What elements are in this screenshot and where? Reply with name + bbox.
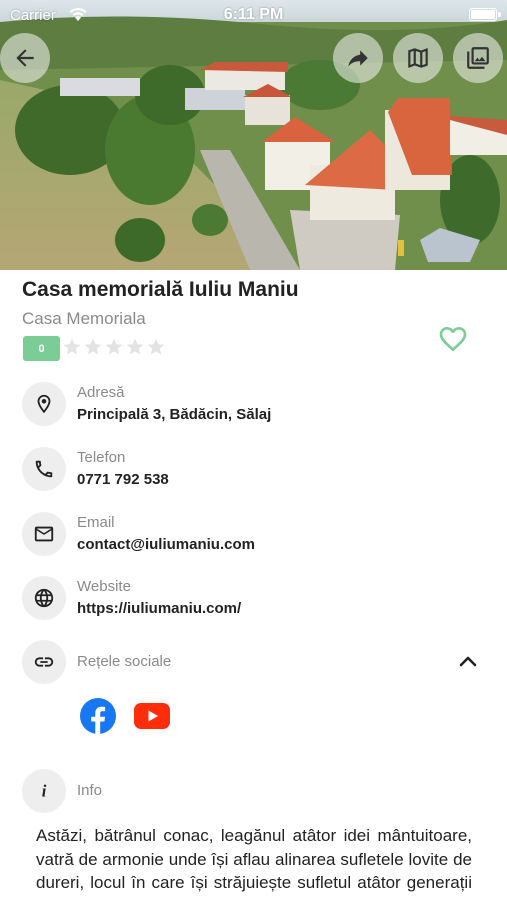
share-button[interactable]	[333, 33, 383, 83]
chevron-up-icon[interactable]	[457, 653, 479, 669]
phone-icon	[35, 460, 53, 478]
link-icon	[34, 657, 54, 667]
arrow-left-icon	[16, 49, 34, 67]
map-icon	[408, 48, 428, 68]
star-empty-icon	[105, 338, 123, 355]
email-value[interactable]: contact@iuliumaniu.com	[77, 536, 255, 553]
share-icon	[348, 50, 368, 67]
website-value[interactable]: https://iuliumaniu.com/	[77, 600, 241, 617]
status-bar: Carrier 6:11 PM	[0, 0, 507, 30]
youtube-icon[interactable]	[133, 697, 171, 735]
address-icon-circle	[22, 382, 66, 426]
facebook-icon[interactable]	[79, 697, 117, 735]
address-value[interactable]: Principală 3, Bădăcin, Sălaj	[77, 406, 271, 423]
star-empty-icon	[63, 338, 81, 355]
location-pin-icon	[37, 394, 51, 414]
status-time: 6:11 PM	[223, 6, 284, 23]
star-empty-icon	[84, 338, 102, 355]
favorite-heart-icon[interactable]	[437, 323, 469, 355]
phone-value[interactable]: 0771 792 538	[77, 471, 169, 488]
mail-icon	[34, 526, 54, 542]
gallery-button[interactable]	[453, 33, 503, 83]
rating-count-badge: 0	[23, 336, 60, 361]
phone-label: Telefon	[77, 449, 126, 466]
gallery-icon	[467, 47, 489, 69]
website-icon-circle	[22, 576, 66, 620]
globe-icon	[34, 588, 54, 608]
email-icon-circle	[22, 512, 66, 556]
hero-photo: Carrier 6:11 PM	[0, 0, 507, 270]
address-label: Adresă	[77, 384, 125, 401]
place-category: Casa Memoriala	[22, 309, 146, 328]
battery-icon	[469, 8, 501, 21]
info-icon-circle: i	[22, 769, 66, 813]
star-rating[interactable]	[62, 337, 167, 357]
info-description: Astăzi, bătrânul conac, leagănul atâtor …	[36, 826, 472, 900]
back-button[interactable]	[0, 33, 50, 83]
star-empty-icon	[126, 338, 144, 355]
svg-text:i: i	[42, 782, 47, 801]
place-title: Casa memorială Iuliu Maniu	[22, 278, 299, 301]
info-icon: i	[42, 782, 47, 801]
social-networks-label[interactable]: Rețele sociale	[77, 653, 171, 670]
social-icon-circle	[22, 640, 66, 684]
info-label: Info	[77, 782, 103, 799]
website-label: Website	[77, 578, 131, 595]
map-button[interactable]	[393, 33, 443, 83]
phone-icon-circle	[22, 447, 66, 491]
email-label: Email	[77, 514, 115, 531]
star-empty-icon	[147, 338, 165, 355]
